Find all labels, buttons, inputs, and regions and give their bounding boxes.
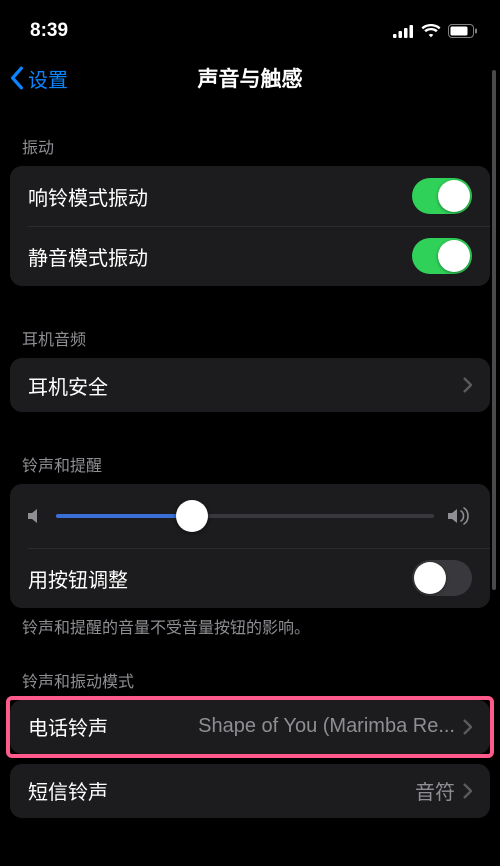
footer-ringer: 铃声和提醒的音量不受音量按钮的影响。 — [0, 608, 500, 640]
cellular-icon — [393, 25, 414, 38]
value-text-tone: 音符 — [415, 776, 455, 805]
chevron-right-icon — [463, 377, 472, 393]
group-ringtone: 电话铃声 Shape of You (Marimba Re... — [10, 700, 490, 754]
section-header-vibrate: 振动 — [0, 134, 500, 166]
scrollbar[interactable] — [492, 70, 496, 590]
row-change-with-buttons[interactable]: 用按钮调整 — [10, 548, 490, 608]
label-change-with-buttons: 用按钮调整 — [28, 564, 128, 593]
section-header-headphone: 耳机音频 — [0, 326, 500, 358]
row-ringtone[interactable]: 电话铃声 Shape of You (Marimba Re... — [10, 700, 490, 754]
chevron-right-icon — [463, 783, 472, 799]
ringer-volume-slider[interactable] — [56, 514, 434, 518]
value-ringtone: Shape of You (Marimba Re... — [118, 715, 455, 738]
status-time: 8:39 — [30, 20, 68, 42]
toggle-vibrate-on-silent[interactable] — [412, 238, 472, 274]
label-vibrate-on-silent: 静音模式振动 — [28, 242, 148, 271]
content: 振动 响铃模式振动 静音模式振动 耳机音频 耳机安全 铃声和提醒 — [0, 106, 500, 818]
label-text-tone: 短信铃声 — [28, 776, 108, 805]
back-button[interactable]: 设置 — [10, 64, 68, 93]
chevron-right-icon — [463, 719, 472, 735]
label-headphone-safety: 耳机安全 — [28, 371, 108, 400]
nav-header: 设置 声音与触感 — [0, 50, 500, 106]
row-text-tone[interactable]: 短信铃声 音符 — [10, 764, 490, 818]
toggle-change-with-buttons[interactable] — [412, 560, 472, 596]
volume-high-icon — [448, 506, 472, 526]
label-vibrate-on-ring: 响铃模式振动 — [28, 182, 148, 211]
section-header-ringer: 铃声和提醒 — [0, 452, 500, 484]
status-bar: 8:39 — [0, 0, 500, 50]
toggle-vibrate-on-ring[interactable] — [412, 178, 472, 214]
row-ringer-volume — [10, 484, 490, 548]
page-title: 声音与触感 — [198, 63, 303, 93]
row-vibrate-on-silent[interactable]: 静音模式振动 — [10, 226, 490, 286]
settings-screen: 8:39 设置 声音与触感 振动 响铃模式振动 静音模式振动 — [0, 0, 500, 866]
row-vibrate-on-ring[interactable]: 响铃模式振动 — [10, 166, 490, 226]
group-text-tone: 短信铃声 音符 — [10, 764, 490, 818]
group-ringer: 用按钮调整 — [10, 484, 490, 608]
group-vibrate: 响铃模式振动 静音模式振动 — [10, 166, 490, 286]
wifi-icon — [421, 24, 441, 38]
row-headphone-safety[interactable]: 耳机安全 — [10, 358, 490, 412]
chevron-left-icon — [10, 66, 24, 90]
group-headphone: 耳机安全 — [10, 358, 490, 412]
battery-icon — [448, 24, 478, 38]
status-right — [393, 24, 478, 38]
label-ringtone: 电话铃声 — [28, 712, 108, 741]
highlight-ringtone: 电话铃声 Shape of You (Marimba Re... — [0, 700, 500, 754]
back-label: 设置 — [28, 64, 68, 93]
section-header-patterns: 铃声和振动模式 — [0, 668, 500, 700]
volume-low-icon — [28, 507, 42, 525]
